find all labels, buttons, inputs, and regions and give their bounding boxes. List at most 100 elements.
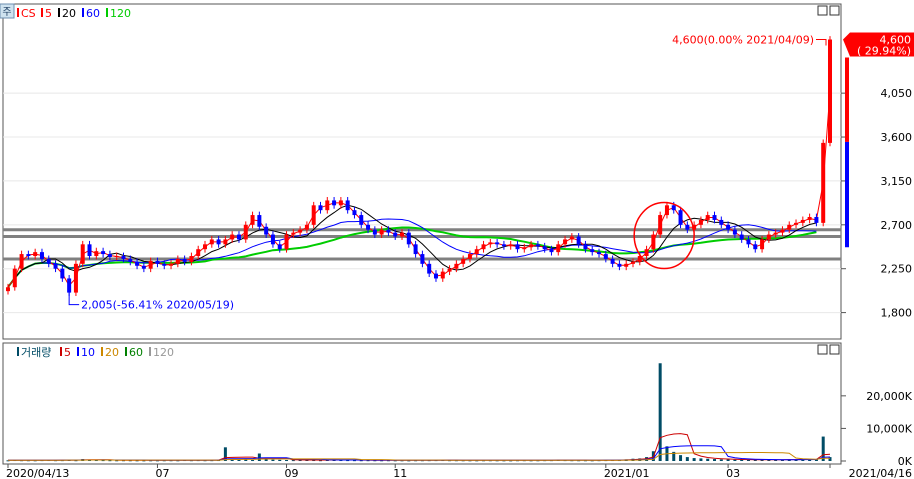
candle-body [753, 244, 758, 250]
candle-body [705, 215, 710, 220]
candle-body [495, 242, 500, 245]
candle-body [270, 234, 275, 245]
candle-body [794, 222, 799, 225]
candle-body [698, 219, 703, 225]
candle-body [590, 249, 595, 253]
price-panel-maximize-button[interactable] [817, 5, 828, 16]
candle-body [522, 247, 527, 250]
volume-legend-label: 10 [81, 346, 95, 359]
date-tick-label: 2020/04/13 [6, 467, 69, 479]
price-legend-swatch [41, 8, 43, 17]
candle-body [773, 232, 778, 235]
candle-body [481, 244, 486, 250]
candle-body [250, 215, 255, 225]
volume-bar [733, 459, 737, 461]
candle-body [6, 287, 10, 292]
candle-body [379, 229, 384, 235]
volume-tick-label: 10,000K [866, 422, 912, 435]
candle-body [101, 251, 106, 255]
candle-body [107, 254, 112, 257]
date-tick-label: 03 [726, 467, 740, 479]
price-legend[interactable]: CS 5 20 60 120 [17, 7, 131, 20]
candle-body [529, 244, 534, 248]
volume-bar [251, 460, 255, 462]
candle-body [325, 200, 330, 211]
candle-body [603, 254, 608, 259]
date-tick-label: 11 [393, 467, 407, 479]
candle-body [80, 244, 85, 264]
candle-body [332, 200, 337, 206]
candle-body [726, 224, 731, 230]
volume-bar [692, 458, 696, 461]
candle-body [563, 239, 568, 245]
candle-body [277, 244, 282, 250]
price-legend-label: 20 [62, 7, 76, 20]
candle-body [209, 239, 214, 245]
candle-body [583, 244, 588, 250]
price-legend-swatch [82, 8, 84, 17]
volume-bar [719, 459, 723, 461]
candle-body [549, 249, 554, 253]
candle-body [821, 142, 826, 223]
volume-tick-label: 20,000K [866, 390, 912, 403]
volume-legend-label: 5 [64, 346, 71, 359]
candle-body [33, 252, 38, 257]
volume-bar [706, 458, 710, 461]
volume-bar [685, 457, 689, 461]
date-tick-label: 2021/04/16 [849, 467, 912, 479]
candle-body [243, 224, 248, 240]
price-legend-label: 120 [110, 7, 131, 20]
candle-body [515, 244, 520, 250]
candle-body [651, 234, 656, 250]
volume-bar [658, 363, 662, 461]
candle-body [617, 263, 622, 267]
volume-bar [285, 460, 289, 462]
candle-body [576, 236, 581, 245]
candle-body [338, 200, 343, 206]
candle-body [787, 224, 792, 230]
candle-body [719, 219, 724, 225]
candle-body [685, 224, 690, 230]
stock-type-badge-label: 주 [2, 7, 11, 18]
volume-bar [828, 457, 832, 461]
candle-body [535, 244, 540, 247]
price-panel[interactable] [2, 3, 842, 340]
candle-body [53, 263, 58, 269]
candle-body [345, 200, 350, 211]
candle-body [114, 256, 119, 258]
candle-body [135, 261, 140, 266]
volume-panel-close-button[interactable] [829, 344, 840, 355]
candle-body [800, 219, 805, 223]
candle-body [216, 239, 221, 245]
volume-bar [679, 455, 683, 461]
candle-body [624, 263, 629, 267]
date-tick-label: 2021/01 [604, 467, 650, 479]
candle-body [508, 244, 513, 247]
candle-body [386, 229, 391, 233]
candle-body [73, 263, 78, 293]
candle-body [440, 271, 445, 279]
volume-legend-swatch [125, 347, 127, 356]
price-panel-close-button[interactable] [829, 5, 840, 16]
candle-body [597, 252, 602, 255]
volume-legend-swatch [60, 347, 62, 356]
volume-legend-swatch [17, 347, 19, 356]
candle-body [406, 232, 411, 245]
candle-body [658, 215, 663, 235]
volume-legend-swatch [149, 347, 151, 356]
candle-body [155, 260, 160, 264]
stock-chart: 주 CS 5 20 60 120 거래량 5 10 20 60 120 1,800 2,250 2,7… [0, 3, 914, 479]
candle-body [427, 263, 432, 274]
price-legend-swatch [106, 8, 108, 17]
candle-body [372, 229, 377, 235]
volume-panel-maximize-button[interactable] [817, 344, 828, 355]
candle-body [121, 256, 126, 259]
volume-legend-label: 60 [129, 346, 143, 359]
candle-body [284, 234, 289, 250]
candle-body [474, 249, 479, 255]
price-tick-label: 4,050 [881, 87, 913, 100]
candle-body [203, 244, 208, 250]
candle-body [291, 232, 296, 235]
candle-body [732, 229, 737, 235]
price-legend-label: 5 [45, 7, 52, 20]
